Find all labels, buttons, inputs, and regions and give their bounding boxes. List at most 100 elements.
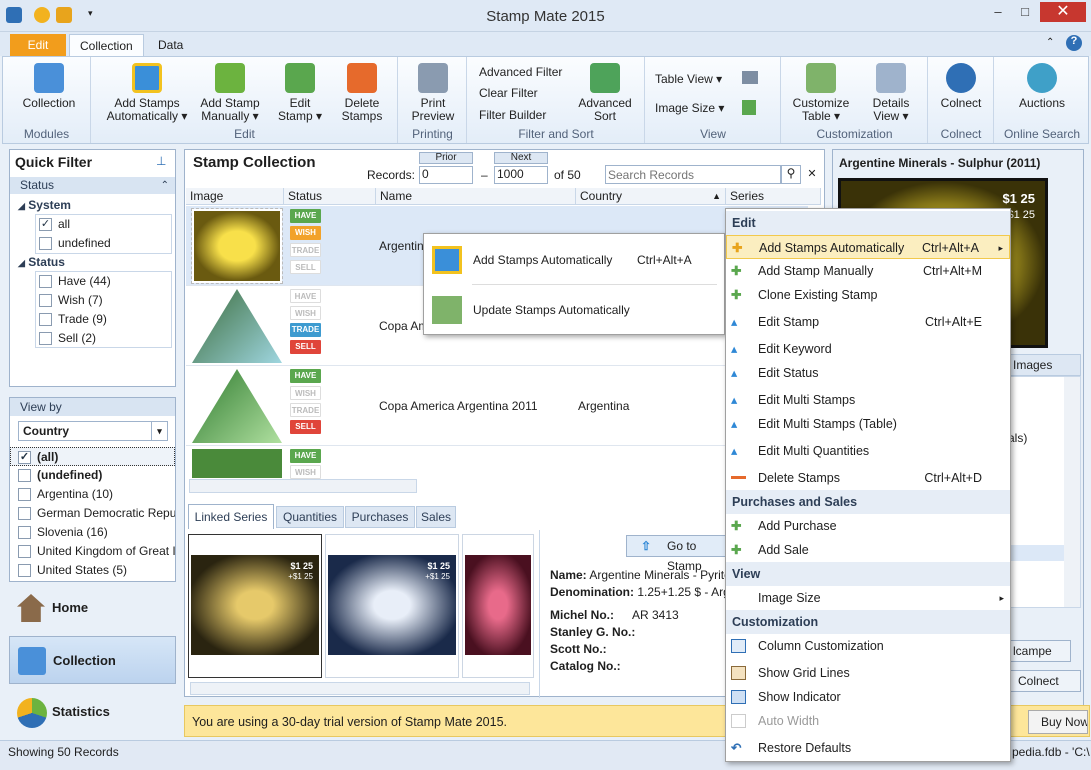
print-preview-button[interactable]: Print Preview	[403, 63, 463, 123]
badge-wish[interactable]: WISH	[290, 226, 321, 240]
table-row[interactable]: HAVE WISH	[186, 446, 808, 479]
checkbox[interactable]	[18, 564, 31, 578]
tab-images[interactable]: Images	[1009, 354, 1081, 376]
clear-search-icon[interactable]: ✕	[803, 165, 821, 184]
checkbox[interactable]: ✓	[39, 218, 52, 232]
view-by-select[interactable]: Country ▾	[18, 421, 168, 441]
badge-trade[interactable]: TRADE	[290, 403, 321, 417]
country-item[interactable]: (undefined)	[10, 466, 175, 485]
badge-wish[interactable]: WISH	[290, 386, 321, 400]
tab-purchases[interactable]: Purchases	[345, 506, 415, 528]
nav-statistics[interactable]: Statistics	[9, 688, 176, 736]
tab-edit[interactable]: Edit	[10, 34, 66, 56]
nav-home[interactable]: Home	[9, 584, 176, 632]
menu-edit-multi-stamps[interactable]: ▴ Edit Multi Stamps	[726, 388, 1010, 412]
advanced-filter-button[interactable]: Advanced Filter	[479, 65, 562, 79]
next-button[interactable]: Next	[494, 152, 548, 164]
table-view-dropdown[interactable]: Table View ▾	[655, 72, 722, 86]
checkbox[interactable]	[18, 526, 31, 540]
checkbox[interactable]	[18, 507, 31, 521]
menu-edit-status[interactable]: ▴ Edit Status	[726, 361, 1010, 385]
minimize-button[interactable]: –	[985, 2, 1011, 22]
tab-sales[interactable]: Sales	[416, 506, 456, 528]
menu-show-indicator[interactable]: Show Indicator	[726, 685, 1010, 709]
column-series[interactable]: Series	[726, 188, 821, 205]
tab-quantities[interactable]: Quantities	[276, 506, 344, 528]
prior-button[interactable]: Prior	[419, 152, 473, 164]
submenu-update-stamps-auto[interactable]: Update Stamps Automatically	[424, 290, 724, 330]
menu-column-customization[interactable]: Column Customization	[726, 634, 1010, 658]
filter-undefined[interactable]: undefined	[36, 234, 171, 253]
menu-image-size[interactable]: Image Size ▸	[726, 586, 1010, 610]
campe-button[interactable]: lcampe	[1009, 640, 1071, 662]
linked-series-thumb[interactable]	[462, 534, 534, 678]
checkbox[interactable]: ✓	[18, 451, 31, 465]
advanced-sort-button[interactable]: Advanced Sort	[572, 63, 638, 123]
table-row[interactable]: HAVE WISH TRADE SELL Copa America Argent…	[186, 366, 808, 446]
badge-wish[interactable]: WISH	[290, 306, 321, 320]
records-from-input[interactable]: 0	[419, 166, 473, 184]
checkbox[interactable]	[39, 313, 52, 327]
add-stamps-automatically-button[interactable]: Add Stamps Automatically ▾	[102, 63, 192, 123]
badge-trade[interactable]: TRADE	[290, 243, 321, 257]
pin-icon[interactable]: ⊥	[156, 154, 166, 168]
checkbox[interactable]	[18, 545, 31, 559]
badge-have[interactable]: HAVE	[290, 289, 321, 303]
help-icon[interactable]: ?	[1066, 35, 1082, 51]
menu-show-grid-lines[interactable]: Show Grid Lines	[726, 661, 1010, 685]
country-item[interactable]: Argentina (10)	[10, 485, 175, 504]
checkbox[interactable]	[39, 275, 52, 289]
country-item[interactable]: United Kingdom of Great I	[10, 542, 175, 561]
status-section-header[interactable]: Status ⌃	[10, 177, 175, 194]
delete-stamps-button[interactable]: Delete Stamps	[332, 63, 392, 123]
menu-edit-keyword[interactable]: ▴ Edit Keyword	[726, 337, 1010, 361]
details-view-button[interactable]: Details View ▾	[860, 63, 922, 123]
search-input[interactable]	[605, 165, 781, 184]
linked-series-thumb[interactable]: $1 25 +$1 25	[325, 534, 459, 678]
filter-builder-button[interactable]: Filter Builder	[479, 108, 546, 122]
maximize-button[interactable]: □	[1012, 2, 1038, 22]
checkbox[interactable]	[39, 237, 52, 251]
status-group[interactable]: ◢ Status	[10, 253, 175, 272]
menu-edit-multi-stamps-table[interactable]: ▴ Edit Multi Stamps (Table)	[726, 412, 1010, 436]
edit-stamp-button[interactable]: Edit Stamp ▾	[270, 63, 330, 123]
checkbox[interactable]	[39, 332, 52, 346]
filter-all[interactable]: ✓ all	[36, 215, 171, 234]
linked-series-thumb[interactable]: $1 25 +$1 25	[188, 534, 322, 678]
column-name[interactable]: Name	[376, 188, 576, 205]
country-item[interactable]: German Democratic Repub	[10, 504, 175, 523]
search-icon[interactable]: ⚲	[781, 165, 801, 184]
vertical-scrollbar[interactable]	[1064, 377, 1080, 607]
country-item[interactable]: Slovenia (16)	[10, 523, 175, 542]
badge-trade[interactable]: TRADE	[290, 323, 321, 337]
collection-button[interactable]: Collection	[11, 63, 87, 110]
filter-wish[interactable]: Wish (7)	[36, 291, 171, 310]
checkbox[interactable]	[18, 469, 31, 483]
column-status[interactable]: Status	[284, 188, 376, 205]
horizontal-scrollbar[interactable]	[189, 479, 417, 493]
customize-table-button[interactable]: Customize Table ▾	[786, 63, 856, 123]
checkbox[interactable]	[39, 294, 52, 308]
menu-add-purchase[interactable]: ✚ Add Purchase	[726, 514, 1010, 538]
country-item[interactable]: United States (5)	[10, 561, 175, 580]
menu-auto-width[interactable]: Auto Width	[726, 709, 1010, 733]
badge-have[interactable]: HAVE	[290, 209, 321, 223]
badge-sell[interactable]: SELL	[290, 420, 321, 434]
menu-edit-multi-quantities[interactable]: ▴ Edit Multi Quantities	[726, 439, 1010, 463]
printer-icon[interactable]	[742, 71, 758, 84]
collapse-icon[interactable]: ⌃	[161, 177, 169, 194]
nav-collection[interactable]: Collection	[9, 636, 176, 684]
image-size-dropdown[interactable]: Image Size ▾	[655, 101, 724, 115]
filter-have[interactable]: Have (44)	[36, 272, 171, 291]
colnect-button[interactable]: Colnect	[931, 63, 991, 110]
records-to-input[interactable]: 1000	[494, 166, 548, 184]
colnect-link-button[interactable]: Colnect	[1009, 670, 1081, 692]
export-icon[interactable]	[742, 100, 756, 115]
menu-clone-stamp[interactable]: ✚ Clone Existing Stamp	[726, 283, 1010, 307]
badge-sell[interactable]: SELL	[290, 260, 321, 274]
badge-have[interactable]: HAVE	[290, 449, 321, 463]
buy-now-button[interactable]: Buy Now	[1028, 710, 1088, 734]
system-group[interactable]: ◢ System	[10, 196, 175, 215]
menu-edit-stamp[interactable]: ▴ Edit Stamp Ctrl+Alt+E	[726, 310, 1010, 334]
checkbox[interactable]	[18, 488, 31, 502]
